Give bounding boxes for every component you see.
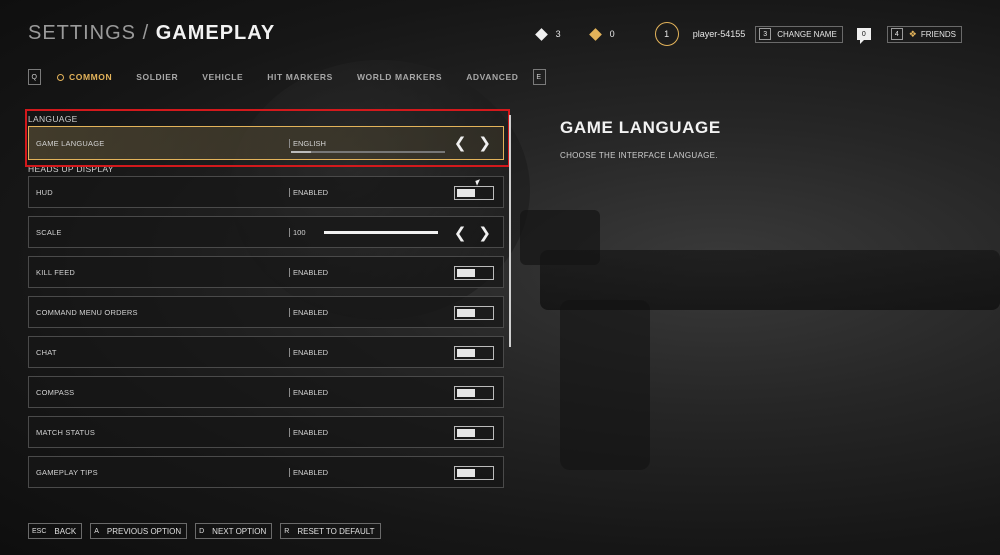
- setting-value: ENABLED: [289, 468, 328, 477]
- setting-name: GAME LANGUAGE: [36, 139, 105, 148]
- top-bar: 3 0 1 player-54155 3 CHANGE NAME 0 4 ❖ F…: [534, 22, 976, 46]
- tab-soldier[interactable]: SOLDIER: [136, 72, 178, 82]
- back-button[interactable]: ESC BACK: [28, 523, 83, 539]
- bottom-action-bar: ESC BACK A PREVIOUS OPTION D NEXT OPTION…: [28, 523, 381, 539]
- change-name-button[interactable]: 3 CHANGE NAME: [755, 25, 843, 43]
- setting-value: ENABLED: [289, 188, 328, 197]
- description-title: GAME LANGUAGE: [560, 118, 721, 137]
- friends-key: 4: [890, 28, 903, 40]
- chat-toggle[interactable]: [454, 346, 494, 360]
- currency-white: 3: [534, 27, 561, 41]
- tab-next-key[interactable]: E: [532, 69, 546, 85]
- friends-icon: ❖: [908, 28, 917, 39]
- background-scope: [520, 210, 600, 265]
- settings-scrollbar[interactable]: [509, 115, 511, 347]
- chevron-left-icon[interactable]: ❮: [454, 224, 467, 242]
- reset-label: RESET TO DEFAULT: [297, 526, 375, 536]
- setting-hud[interactable]: HUD ENABLED: [28, 176, 504, 208]
- next-option-key: D: [199, 527, 205, 535]
- scale-slider[interactable]: [324, 231, 438, 234]
- setting-command-menu-orders[interactable]: COMMAND MENU ORDERS ENABLED: [28, 296, 504, 328]
- next-option-label: NEXT OPTION: [212, 526, 267, 536]
- scale-slider-fill: [324, 231, 438, 234]
- match-status-toggle[interactable]: [454, 426, 494, 440]
- scale-arrows: ❮ ❯: [454, 224, 491, 242]
- setting-chat[interactable]: CHAT ENABLED: [28, 336, 504, 368]
- settings-panel: LANGUAGE GAME LANGUAGE ENGLISH ❮ ❯ HEADS…: [28, 112, 504, 496]
- previous-option-label: PREVIOUS OPTION: [106, 526, 182, 536]
- setting-name: COMMAND MENU ORDERS: [36, 308, 138, 317]
- tab-prev-key[interactable]: Q: [28, 69, 41, 85]
- reset-to-default-button[interactable]: R RESET TO DEFAULT: [280, 523, 381, 539]
- setting-name: HUD: [36, 188, 53, 197]
- setting-scale[interactable]: SCALE 100 ❮ ❯: [28, 216, 504, 248]
- reset-key: R: [284, 527, 290, 535]
- language-scroll-indicator: [291, 151, 445, 153]
- language-arrows: ❮ ❯: [454, 134, 491, 152]
- back-label: BACK: [54, 526, 77, 536]
- section-heads-up-display: HEADS UP DISPLAY: [28, 164, 114, 174]
- tab-advanced[interactable]: ADVANCED: [466, 72, 518, 82]
- setting-value: ENGLISH: [289, 139, 326, 148]
- chevron-right-icon[interactable]: ❯: [478, 224, 491, 242]
- setting-value: ENABLED: [289, 428, 328, 437]
- setting-game-language[interactable]: GAME LANGUAGE ENGLISH ❮ ❯: [28, 126, 504, 160]
- player-level-badge: 1: [654, 22, 679, 46]
- setting-value: ENABLED: [289, 388, 328, 397]
- white-diamond-icon: [534, 27, 548, 41]
- setting-compass[interactable]: COMPASS ENABLED: [28, 376, 504, 408]
- description-text: CHOOSE THE INTERFACE LANGUAGE.: [560, 151, 718, 160]
- previous-option-key: A: [94, 527, 99, 535]
- gold-diamond-icon: [588, 27, 602, 41]
- player-name: player-54155: [692, 29, 746, 39]
- section-language: LANGUAGE: [28, 114, 78, 124]
- gameplay-tips-toggle[interactable]: [454, 466, 494, 480]
- chat-messages-icon[interactable]: 0: [856, 28, 871, 44]
- previous-option-button[interactable]: A PREVIOUS OPTION: [90, 523, 188, 539]
- setting-value: ENABLED: [289, 348, 328, 357]
- setting-name: KILL FEED: [36, 268, 76, 277]
- tab-world-markers[interactable]: WORLD MARKERS: [357, 72, 442, 82]
- currency-gold: 0: [588, 27, 615, 41]
- tab-vehicle[interactable]: VEHICLE: [202, 72, 243, 82]
- setting-kill-feed[interactable]: KILL FEED ENABLED: [28, 256, 504, 288]
- next-option-button[interactable]: D NEXT OPTION: [195, 523, 273, 539]
- change-name-key: 3: [759, 28, 772, 40]
- setting-name: SCALE: [36, 228, 62, 237]
- currency-white-amount: 3: [555, 29, 561, 39]
- tab-common[interactable]: COMMON: [57, 72, 112, 82]
- page-title: SETTINGS / GAMEPLAY: [28, 22, 275, 45]
- setting-name: GAMEPLAY TIPS: [36, 468, 98, 477]
- change-name-label: CHANGE NAME: [777, 29, 837, 39]
- compass-toggle[interactable]: [454, 386, 494, 400]
- page-name: GAMEPLAY: [155, 22, 276, 44]
- kill-feed-toggle[interactable]: [454, 266, 494, 280]
- friends-label: FRIENDS: [920, 29, 956, 39]
- command-menu-orders-toggle[interactable]: [454, 306, 494, 320]
- breadcrumb-separator: /: [142, 22, 150, 44]
- back-key: ESC: [32, 527, 47, 535]
- setting-value: ENABLED: [289, 268, 328, 277]
- description-panel: GAME LANGUAGE CHOOSE THE INTERFACE LANGU…: [560, 118, 721, 160]
- tab-hit-markers[interactable]: HIT MARKERS: [267, 72, 333, 82]
- active-tab-indicator-icon: [57, 73, 64, 81]
- setting-name: COMPASS: [36, 388, 75, 397]
- breadcrumb: SETTINGS: [28, 22, 137, 44]
- currency-gold-amount: 0: [609, 29, 615, 39]
- chevron-left-icon[interactable]: ❮: [454, 134, 467, 152]
- setting-gameplay-tips[interactable]: GAMEPLAY TIPS ENABLED: [28, 456, 504, 488]
- setting-value: 100: [289, 228, 306, 237]
- background-rifle: [540, 250, 1000, 310]
- chevron-right-icon[interactable]: ❯: [478, 134, 491, 152]
- setting-match-status[interactable]: MATCH STATUS ENABLED: [28, 416, 504, 448]
- settings-tabs: Q COMMON SOLDIER VEHICLE HIT MARKERS WOR…: [28, 69, 546, 85]
- hud-toggle[interactable]: [454, 186, 494, 200]
- tab-common-label: COMMON: [69, 72, 113, 82]
- setting-name: CHAT: [36, 348, 57, 357]
- setting-value: ENABLED: [289, 308, 328, 317]
- background-grip: [560, 300, 650, 470]
- friends-button[interactable]: 4 ❖ FRIENDS: [886, 25, 962, 43]
- setting-name: MATCH STATUS: [36, 428, 96, 437]
